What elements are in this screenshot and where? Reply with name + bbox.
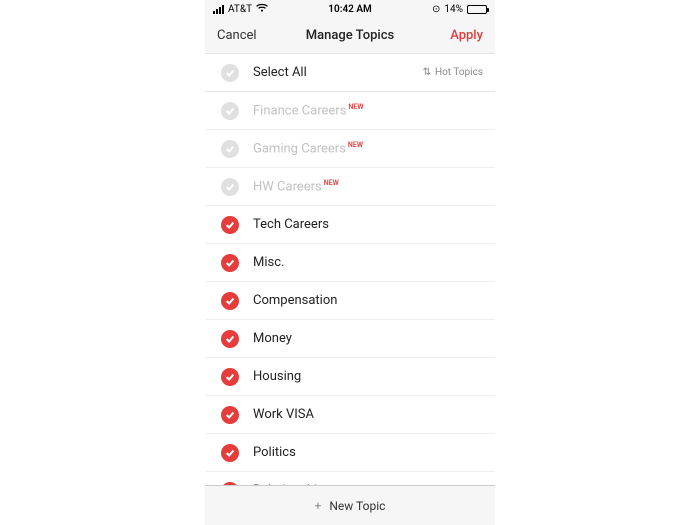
- sort-icon: ⇅: [423, 67, 431, 78]
- topic-label: HW CareersNEW: [253, 179, 483, 194]
- status-time: 10:42 AM: [328, 4, 372, 15]
- topic-row[interactable]: Politics: [205, 434, 495, 472]
- apply-button[interactable]: Apply: [423, 28, 483, 43]
- topics-list[interactable]: Select All ⇅ Hot Topics Finance CareersN…: [205, 54, 495, 485]
- check-icon[interactable]: [221, 482, 239, 486]
- topic-label: Misc.: [253, 255, 483, 270]
- topic-label: Work VISA: [253, 407, 483, 422]
- carrier-label: AT&T: [228, 4, 252, 15]
- topic-label: Relationships: [253, 483, 483, 485]
- new-topic-button[interactable]: + New Topic: [205, 485, 495, 525]
- new-topic-label: New Topic: [329, 499, 385, 513]
- topic-row[interactable]: Tech Careers: [205, 206, 495, 244]
- check-icon[interactable]: [221, 216, 239, 234]
- check-icon[interactable]: [221, 330, 239, 348]
- topic-row[interactable]: Gaming CareersNEW: [205, 130, 495, 168]
- topic-row[interactable]: Work VISA: [205, 396, 495, 434]
- topic-row[interactable]: Relationships: [205, 472, 495, 485]
- wifi-icon: [256, 3, 268, 15]
- battery-icon: [467, 5, 487, 14]
- check-icon[interactable]: [221, 254, 239, 272]
- check-icon[interactable]: [221, 64, 239, 82]
- page-title: Manage Topics: [306, 28, 394, 43]
- topic-row[interactable]: Housing: [205, 358, 495, 396]
- topic-row[interactable]: Finance CareersNEW: [205, 92, 495, 130]
- alarm-icon: ⊙: [432, 4, 440, 15]
- status-left: AT&T: [213, 3, 268, 15]
- check-icon[interactable]: [221, 140, 239, 158]
- topic-label: Compensation: [253, 293, 483, 308]
- check-icon[interactable]: [221, 368, 239, 386]
- cancel-button[interactable]: Cancel: [217, 28, 277, 43]
- hot-topics-label: Hot Topics: [435, 67, 483, 78]
- select-all-label: Select All: [253, 65, 423, 80]
- nav-bar: Cancel Manage Topics Apply: [205, 18, 495, 54]
- select-all-row[interactable]: Select All ⇅ Hot Topics: [205, 54, 495, 92]
- topic-row[interactable]: Money: [205, 320, 495, 358]
- topic-label: Gaming CareersNEW: [253, 141, 483, 156]
- plus-icon: +: [315, 499, 322, 513]
- phone-frame: AT&T 10:42 AM ⊙ 14% Cancel Manage Topics…: [205, 0, 495, 525]
- topic-row[interactable]: HW CareersNEW: [205, 168, 495, 206]
- new-badge: NEW: [348, 141, 363, 149]
- check-icon[interactable]: [221, 292, 239, 310]
- topic-label: Housing: [253, 369, 483, 384]
- battery-percent: 14%: [444, 4, 463, 15]
- topic-label: Money: [253, 331, 483, 346]
- check-icon[interactable]: [221, 178, 239, 196]
- status-bar: AT&T 10:42 AM ⊙ 14%: [205, 0, 495, 18]
- check-icon[interactable]: [221, 444, 239, 462]
- topic-label: Finance CareersNEW: [253, 103, 483, 118]
- hot-topics-button[interactable]: ⇅ Hot Topics: [423, 67, 483, 78]
- topic-row[interactable]: Compensation: [205, 282, 495, 320]
- status-right: ⊙ 14%: [432, 4, 487, 15]
- check-icon[interactable]: [221, 102, 239, 120]
- new-badge: NEW: [348, 103, 363, 111]
- topic-row[interactable]: Misc.: [205, 244, 495, 282]
- topic-label: Tech Careers: [253, 217, 483, 232]
- topic-label: Politics: [253, 445, 483, 460]
- new-badge: NEW: [324, 179, 339, 187]
- signal-icon: [213, 5, 224, 14]
- check-icon[interactable]: [221, 406, 239, 424]
